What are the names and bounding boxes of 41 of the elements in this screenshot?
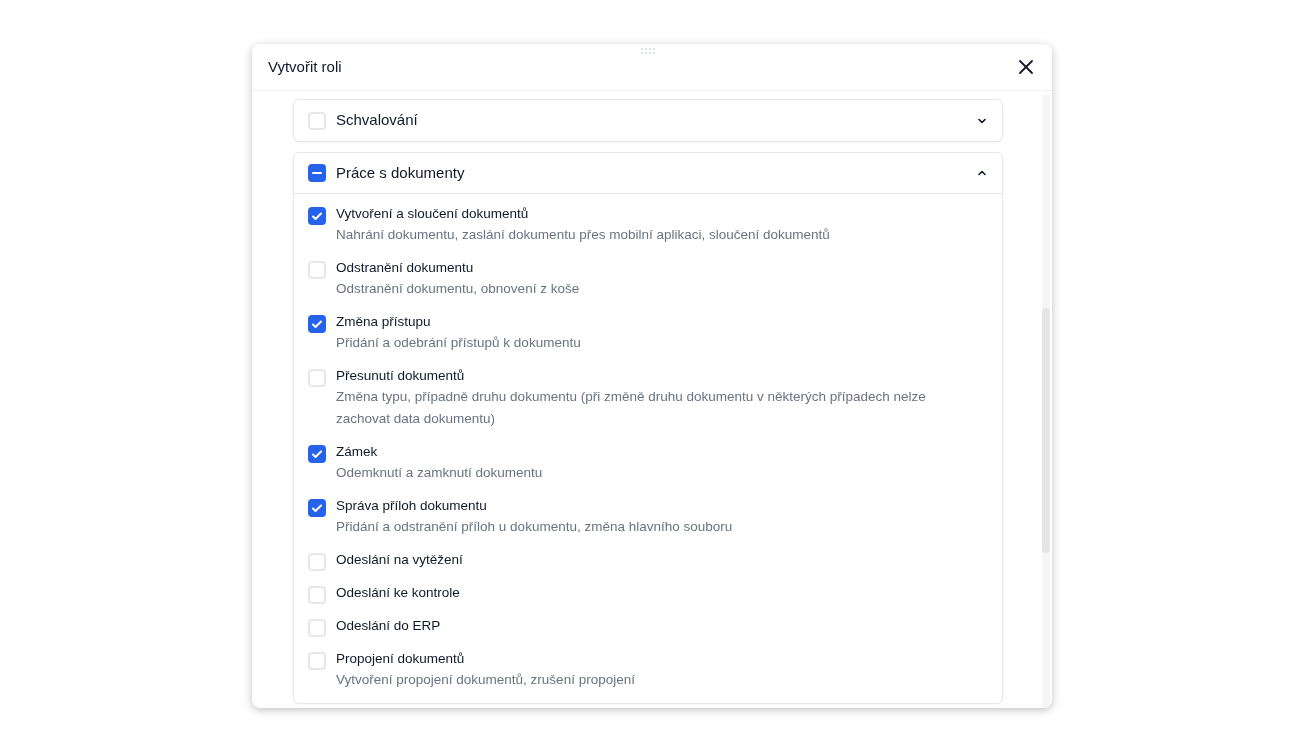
checkbox[interactable] [308,619,326,637]
checkbox[interactable] [308,111,326,130]
checkbox[interactable] [308,586,326,604]
checkbox[interactable] [308,553,326,571]
permission-label: Odeslání ke kontrole [336,584,460,602]
scrollbar-thumb[interactable] [1042,308,1050,553]
permission-label: Vytvoření a sloučení dokumentů [336,205,530,223]
checkbox[interactable] [308,652,326,670]
permission-label: Správa příloh dokumentu [336,497,488,515]
checkbox[interactable] [308,315,326,333]
permission-description: Změna typu, případně druhu dokumentu (při změně druhu dokumentu v některých případech nelze zachovat data dokumentu) [336,388,927,428]
permission-label: Odeslání do ERP [336,617,441,635]
checkmark-icon [311,210,323,222]
checkbox[interactable] [308,261,326,279]
group-header[interactable]: Schvalování [294,100,1002,141]
group-title: Práce s dokumenty [336,162,466,183]
checkmark-icon [311,448,323,460]
permission-label: Zámek [336,443,379,461]
permission-label: Odstranění dokumentu [336,259,475,277]
scrollbar[interactable] [1042,95,1050,708]
checkbox[interactable] [308,207,326,225]
permission-label: Odeslání na vytěžení [336,551,463,569]
checkbox[interactable] [308,445,326,463]
group-title: Schvalování [336,110,419,131]
permission-label: Přesunutí dokumentů [336,367,466,385]
group-header[interactable]: Práce s dokumenty [294,153,1002,194]
permission-description: Vytvoření propojení dokumentů, zrušení propojení [336,671,635,689]
permission-label: Propojení dokumentů [336,650,466,668]
permission-label: Změna přístupu [336,313,432,331]
checkbox[interactable] [308,369,326,387]
checkmark-icon [311,318,323,330]
permission-description: Odstranění dokumentu, obnovení z koše [336,280,580,298]
checkbox[interactable] [308,164,326,182]
permission-description: Nahrání dokumentu, zaslání dokumentu přes mobilní aplikaci, sloučení dokumentů [336,226,830,244]
dialog-title: Vytvořit roli [268,56,342,77]
permission-description: Přidání a odebrání přístupů k dokumentu [336,334,581,352]
close-icon[interactable] [1016,57,1036,77]
checkmark-icon [311,502,323,514]
permission-description: Přidání a odstranění příloh u dokumentu, změna hlavního souboru [336,518,733,536]
permission-description: Odemknutí a zamknutí dokumentu [336,464,543,482]
checkbox[interactable] [308,499,326,517]
